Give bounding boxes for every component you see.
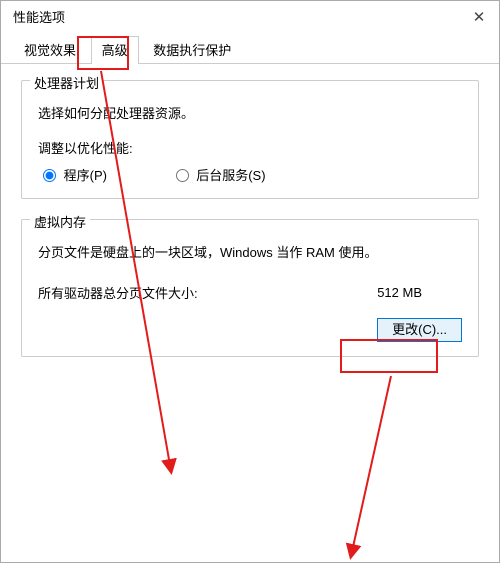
radio-background[interactable]: 后台服务(S) — [171, 165, 266, 184]
vmem-desc: 分页文件是硬盘上的一块区域，Windows 当作 RAM 使用。 — [38, 242, 462, 261]
vmem-total-label: 所有驱动器总分页文件大小: — [38, 283, 198, 302]
dialog-title: 性能选项 — [13, 10, 65, 25]
radio-programs-label: 程序(P) — [64, 168, 107, 183]
virtual-memory-group: 虚拟内存 分页文件是硬盘上的一块区域，Windows 当作 RAM 使用。 所有… — [21, 219, 479, 357]
tab-strip: 视觉效果 高级 数据执行保护 — [1, 35, 499, 64]
radio-programs-input[interactable] — [43, 169, 56, 182]
change-button[interactable]: 更改(C)... — [377, 318, 462, 342]
processor-desc: 选择如何分配处理器资源。 — [38, 103, 462, 122]
processor-adjust-label: 调整以优化性能: — [38, 138, 462, 157]
radio-programs[interactable]: 程序(P) — [38, 165, 107, 184]
processor-legend: 处理器计划 — [30, 73, 103, 92]
tab-advanced[interactable]: 高级 — [91, 36, 139, 64]
processor-scheduling-group: 处理器计划 选择如何分配处理器资源。 调整以优化性能: 程序(P) 后台服务(S… — [21, 80, 479, 199]
radio-background-label: 后台服务(S) — [196, 168, 265, 183]
vmem-total-value: 512 MB — [377, 285, 422, 300]
vmem-legend: 虚拟内存 — [30, 212, 90, 231]
tab-dep[interactable]: 数据执行保护 — [142, 36, 242, 64]
tab-visual-effects[interactable]: 视觉效果 — [13, 36, 87, 64]
radio-background-input[interactable] — [176, 169, 189, 182]
close-button[interactable]: ✕ — [459, 1, 499, 35]
